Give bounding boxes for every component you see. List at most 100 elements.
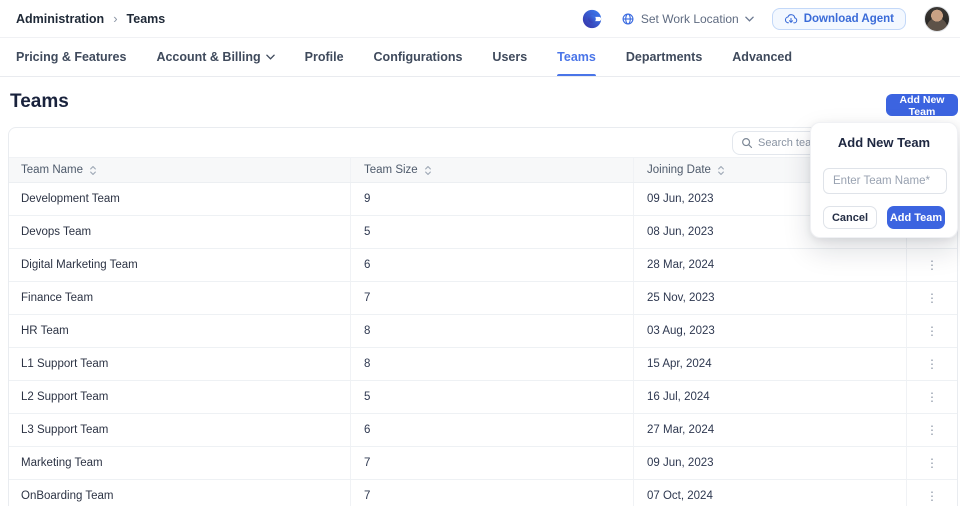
breadcrumb-teams: Teams: [127, 12, 166, 26]
team-size-cell: 7: [350, 480, 633, 506]
kebab-menu-icon[interactable]: ⋮: [920, 487, 944, 505]
row-actions-cell: ⋮: [906, 282, 957, 314]
kebab-menu-icon[interactable]: ⋮: [920, 256, 944, 274]
row-actions-cell: ⋮: [906, 348, 957, 380]
chevron-down-icon: [745, 16, 754, 22]
joining-date-cell: 16 Jul, 2024: [633, 381, 906, 413]
team-name-cell: Digital Marketing Team: [9, 249, 350, 281]
popover-actions: Cancel Add Team: [823, 206, 945, 229]
tab-departments[interactable]: Departments: [626, 38, 702, 76]
kebab-menu-icon[interactable]: ⋮: [920, 454, 944, 472]
chevron-down-icon: [266, 54, 275, 60]
column-header-team-size[interactable]: Team Size: [350, 158, 633, 182]
team-size-cell: 7: [350, 282, 633, 314]
add-new-team-button[interactable]: Add New Team: [886, 94, 958, 116]
table-row[interactable]: L3 Support Team 6 27 Mar, 2024 ⋮: [9, 414, 957, 447]
tab-label: Profile: [305, 50, 344, 64]
team-name-cell: Finance Team: [9, 282, 350, 314]
table-row[interactable]: L2 Support Team 5 16 Jul, 2024 ⋮: [9, 381, 957, 414]
search-icon: [741, 137, 753, 149]
table-row[interactable]: Finance Team 7 25 Nov, 2023 ⋮: [9, 282, 957, 315]
tab-advanced[interactable]: Advanced: [732, 38, 792, 76]
team-size-cell: 5: [350, 381, 633, 413]
administration-teams-page: Administration › Teams: [0, 0, 960, 506]
tab-configurations[interactable]: Configurations: [374, 38, 463, 76]
joining-date-cell: 27 Mar, 2024: [633, 414, 906, 446]
column-header-team-name[interactable]: Team Name: [9, 158, 350, 182]
team-name-cell: Development Team: [9, 183, 350, 215]
sort-arrows-icon: [89, 165, 97, 176]
sort-arrows-icon: [717, 165, 725, 176]
team-size-cell: 5: [350, 216, 633, 248]
set-work-location-dropdown[interactable]: Set Work Location: [621, 12, 754, 26]
team-name-cell: L3 Support Team: [9, 414, 350, 446]
popover-title: Add New Team: [811, 135, 957, 150]
breadcrumb: Administration › Teams: [16, 11, 165, 26]
brand-c-logo-icon[interactable]: [581, 8, 603, 30]
table-row[interactable]: HR Team 8 03 Aug, 2023 ⋮: [9, 315, 957, 348]
tab-pricing-features[interactable]: Pricing & Features: [16, 38, 126, 76]
team-size-cell: 7: [350, 447, 633, 479]
kebab-menu-icon[interactable]: ⋮: [920, 421, 944, 439]
breadcrumb-separator-icon: ›: [113, 11, 117, 26]
row-actions-cell: ⋮: [906, 447, 957, 479]
joining-date-cell: 03 Aug, 2023: [633, 315, 906, 347]
page-title: Teams: [10, 91, 69, 113]
tab-label: Account & Billing: [156, 50, 260, 64]
breadcrumb-administration[interactable]: Administration: [16, 12, 104, 26]
set-work-location-label: Set Work Location: [641, 12, 739, 26]
team-name-input[interactable]: [823, 168, 947, 194]
user-avatar[interactable]: [924, 6, 950, 32]
add-team-button[interactable]: Add Team: [887, 206, 945, 229]
tab-profile[interactable]: Profile: [305, 38, 344, 76]
table-row[interactable]: Marketing Team 7 09 Jun, 2023 ⋮: [9, 447, 957, 480]
team-size-cell: 6: [350, 414, 633, 446]
row-actions-cell: ⋮: [906, 480, 957, 506]
team-name-cell: L1 Support Team: [9, 348, 350, 380]
row-actions-cell: ⋮: [906, 381, 957, 413]
kebab-menu-icon[interactable]: ⋮: [920, 388, 944, 406]
tab-label: Advanced: [732, 50, 792, 64]
tab-account-billing[interactable]: Account & Billing: [156, 38, 274, 76]
cloud-download-icon: [784, 13, 798, 25]
team-name-cell: L2 Support Team: [9, 381, 350, 413]
tab-label: Pricing & Features: [16, 50, 126, 64]
table-row[interactable]: OnBoarding Team 7 07 Oct, 2024 ⋮: [9, 480, 957, 506]
tab-teams[interactable]: Teams: [557, 38, 596, 76]
top-bar: Administration › Teams: [0, 0, 960, 38]
joining-date-cell: 25 Nov, 2023: [633, 282, 906, 314]
row-actions-cell: ⋮: [906, 249, 957, 281]
tab-label: Users: [492, 50, 527, 64]
globe-icon: [621, 12, 635, 26]
sort-arrows-icon: [424, 165, 432, 176]
tab-label: Teams: [557, 50, 596, 64]
joining-date-cell: 09 Jun, 2023: [633, 447, 906, 479]
team-size-cell: 9: [350, 183, 633, 215]
tab-label: Configurations: [374, 50, 463, 64]
download-agent-label: Download Agent: [804, 13, 894, 25]
tab-users[interactable]: Users: [492, 38, 527, 76]
team-name-cell: HR Team: [9, 315, 350, 347]
kebab-menu-icon[interactable]: ⋮: [920, 355, 944, 373]
joining-date-cell: 28 Mar, 2024: [633, 249, 906, 281]
team-name-cell: OnBoarding Team: [9, 480, 350, 506]
team-size-cell: 8: [350, 348, 633, 380]
team-name-cell: Devops Team: [9, 216, 350, 248]
team-size-cell: 6: [350, 249, 633, 281]
row-actions-cell: ⋮: [906, 315, 957, 347]
joining-date-cell: 15 Apr, 2024: [633, 348, 906, 380]
kebab-menu-icon[interactable]: ⋮: [920, 322, 944, 340]
table-row[interactable]: Digital Marketing Team 6 28 Mar, 2024 ⋮: [9, 249, 957, 282]
team-size-cell: 8: [350, 315, 633, 347]
cancel-button[interactable]: Cancel: [823, 206, 877, 229]
add-new-team-popover: Add New Team Cancel Add Team: [810, 122, 958, 238]
row-actions-cell: ⋮: [906, 414, 957, 446]
kebab-menu-icon[interactable]: ⋮: [920, 289, 944, 307]
joining-date-cell: 07 Oct, 2024: [633, 480, 906, 506]
tab-bar: Pricing & Features Account & Billing Pro…: [0, 38, 960, 77]
topbar-actions: Set Work Location Download Agent: [581, 6, 950, 32]
team-name-cell: Marketing Team: [9, 447, 350, 479]
download-agent-button[interactable]: Download Agent: [772, 8, 906, 30]
tab-label: Departments: [626, 50, 702, 64]
table-row[interactable]: L1 Support Team 8 15 Apr, 2024 ⋮: [9, 348, 957, 381]
